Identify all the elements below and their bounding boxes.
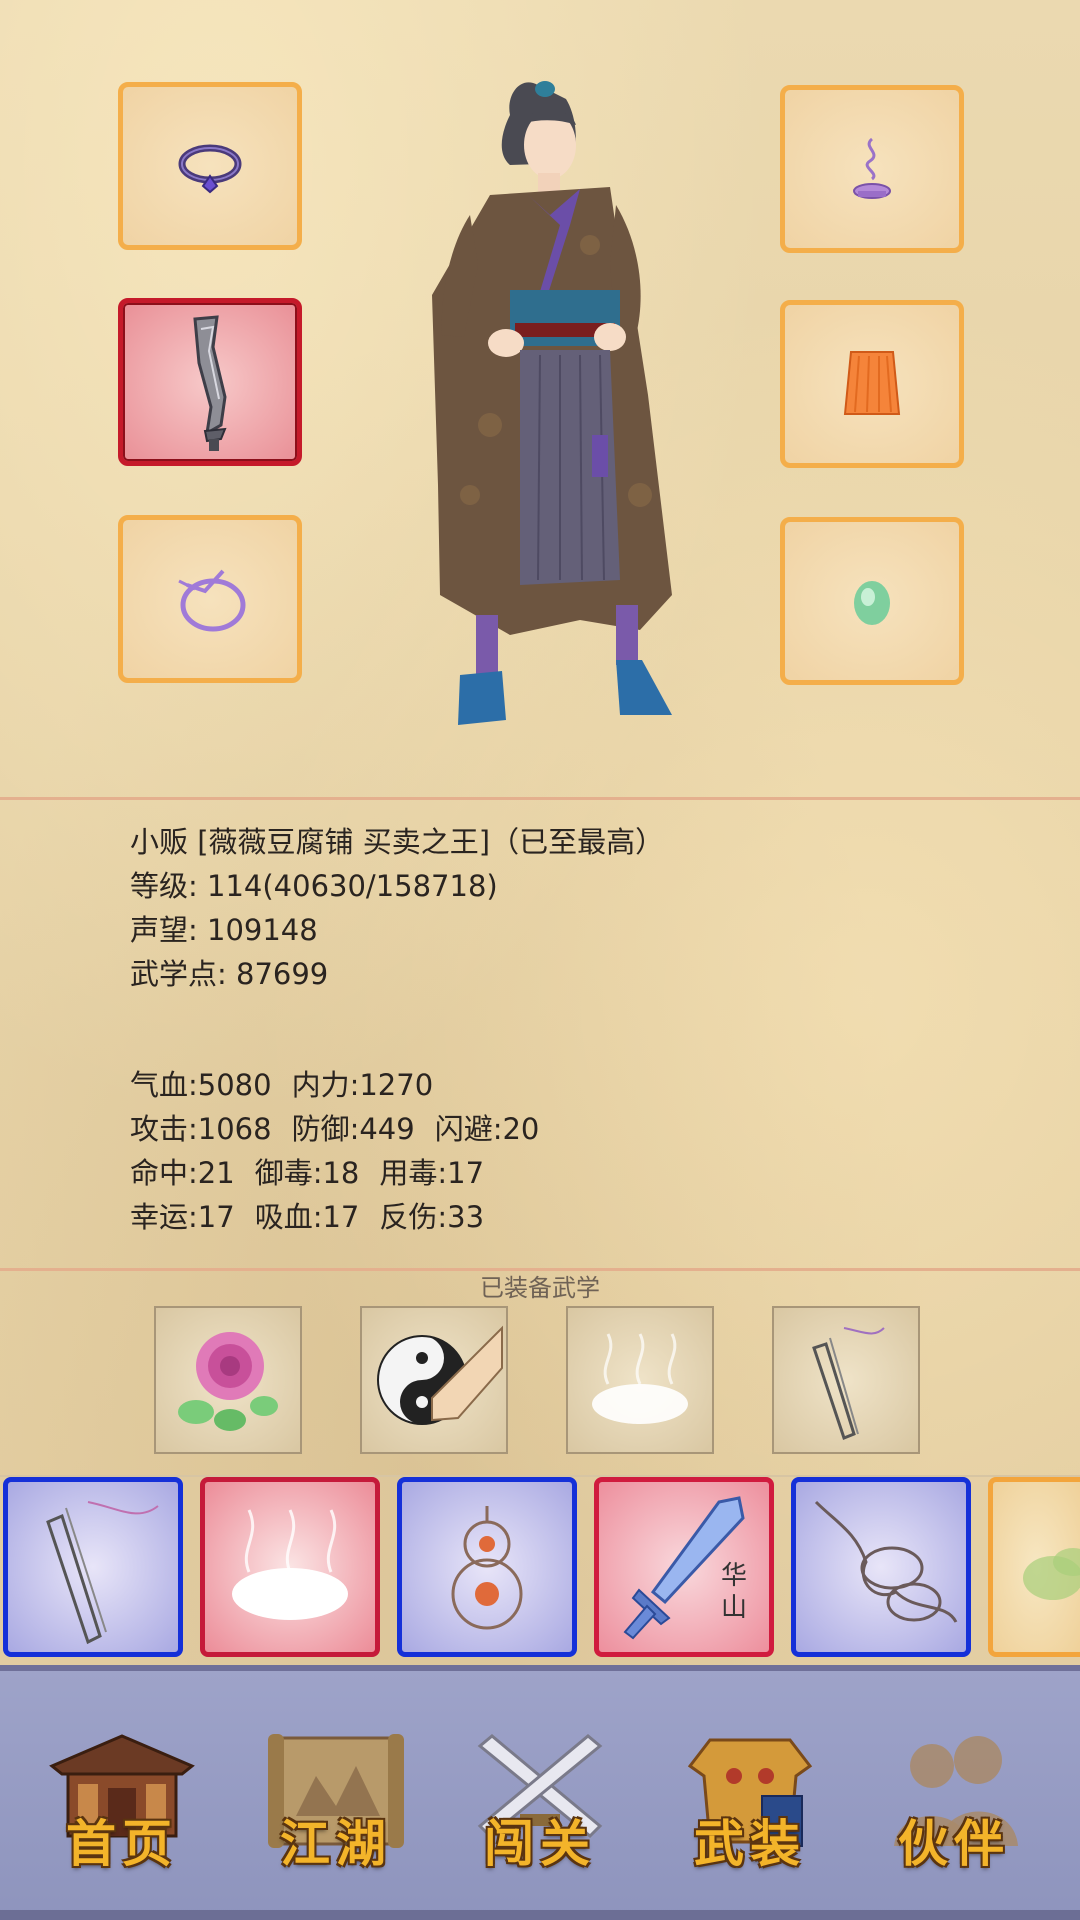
skill-card-6[interactable] [988, 1477, 1080, 1657]
nav-home-label: 首页 [66, 1814, 178, 1873]
equipped-skill-2[interactable] [360, 1306, 508, 1454]
incense-icon [853, 137, 891, 199]
nav-jianghu-label: 江湖 [280, 1814, 392, 1873]
equipped-skill-1[interactable] [154, 1306, 302, 1454]
stat-poison-resist: 御毒:18 [254, 1156, 360, 1190]
stats-row-4: 幸运:17 吸血:17 反伤:33 [130, 1195, 559, 1239]
equipped-skill-4[interactable] [772, 1306, 920, 1454]
saber-icon [193, 315, 227, 451]
nav-jianghu[interactable]: 江湖 [256, 1726, 416, 1876]
stats-row-2: 攻击:1068 防御:449 闪避:20 [130, 1107, 559, 1151]
skill-card-2[interactable] [200, 1477, 380, 1657]
nav-home[interactable]: 首页 [42, 1726, 202, 1876]
level-row: 等级: 114(40630/158718) [130, 864, 664, 908]
taiji-fist-skill-icon [377, 1325, 503, 1425]
nav-challenge[interactable]: 闯关 [460, 1726, 620, 1876]
stats-row-3: 命中:21 御毒:18 用毒:17 [130, 1151, 559, 1195]
ring-icon [178, 144, 242, 194]
sword-card-label: 华山 [721, 1561, 748, 1623]
equip-slot-jade[interactable] [780, 517, 964, 685]
fist-skill-icon [814, 1500, 958, 1623]
peony-skill-icon [178, 1332, 278, 1431]
fame-label: 声望: [130, 913, 198, 947]
equipped-martial-title: 已装备武学 [480, 1274, 600, 1302]
fame-row: 声望: 109148 [130, 908, 664, 952]
stat-mp: 内力:1270 [291, 1068, 434, 1102]
equip-slot-robe[interactable] [780, 300, 964, 468]
skill-card-3[interactable] [397, 1477, 577, 1657]
stat-hit: 命中:21 [130, 1156, 235, 1190]
character-info: 小贩 [薇薇豆腐铺 买卖之王]（已至最高） 等级: 114(40630/1587… [130, 820, 664, 996]
mist-skill-icon [592, 1333, 688, 1424]
nav-challenge-label: 闯关 [484, 1814, 596, 1873]
skill-card-4[interactable]: 华山 [594, 1477, 774, 1657]
level-label: 等级: [130, 869, 198, 903]
character-title: 小贩 [薇薇豆腐铺 买卖之王]（已至最高） [130, 825, 665, 859]
stat-attack: 攻击:1068 [130, 1112, 272, 1146]
stats-row-1: 气血:5080 内力:1270 [130, 1063, 559, 1107]
stat-poison-use: 用毒:17 [379, 1156, 485, 1190]
equipped-skill-3[interactable] [566, 1306, 714, 1454]
nav-equipment[interactable]: 武装 [670, 1726, 830, 1876]
character-portrait [432, 81, 672, 725]
equip-slot-weapon[interactable] [118, 298, 302, 466]
martial-points-value: 87699 [236, 957, 329, 991]
robe-icon [843, 351, 901, 415]
nav-partners-label: 伙伴 [898, 1814, 1010, 1873]
equip-slot-bracelet[interactable] [118, 515, 302, 683]
nav-partners[interactable]: 伙伴 [874, 1726, 1034, 1876]
herb-skill-icon [1023, 1548, 1080, 1600]
stat-hp: 气血:5080 [130, 1068, 272, 1102]
stat-reflect: 反伤:33 [379, 1200, 485, 1234]
blade-skill-icon [812, 1327, 885, 1440]
equip-slot-ring[interactable] [118, 82, 302, 250]
bracelet-icon [178, 569, 246, 632]
stat-lifesteal: 吸血:17 [254, 1200, 360, 1234]
skill-card-1[interactable] [3, 1477, 183, 1657]
character-stats: 气血:5080 内力:1270 攻击:1068 防御:449 闪避:20 命中:21 御… [130, 1063, 559, 1239]
mist-skill-icon [232, 1509, 348, 1620]
martial-points-label: 武学点: [130, 957, 227, 991]
skill-card-5[interactable] [791, 1477, 971, 1657]
stat-dodge: 闪避:20 [434, 1112, 540, 1146]
stat-luck: 幸运:17 [130, 1200, 235, 1234]
bottom-nav: 首页 江湖 闯关 武装 伙伴 [0, 1665, 1080, 1920]
gourd-skill-icon [451, 1506, 523, 1630]
stat-defense: 防御:449 [291, 1112, 415, 1146]
blade-skill-icon [46, 1501, 159, 1645]
martial-points-row: 武学点: 87699 [130, 952, 664, 996]
equip-slot-incense[interactable] [780, 85, 964, 253]
nav-equipment-label: 武装 [694, 1814, 806, 1873]
jade-icon [854, 581, 890, 625]
fame-value: 109148 [207, 913, 318, 947]
level-value: 114(40630/158718) [207, 869, 498, 903]
divider-top [0, 797, 1080, 800]
